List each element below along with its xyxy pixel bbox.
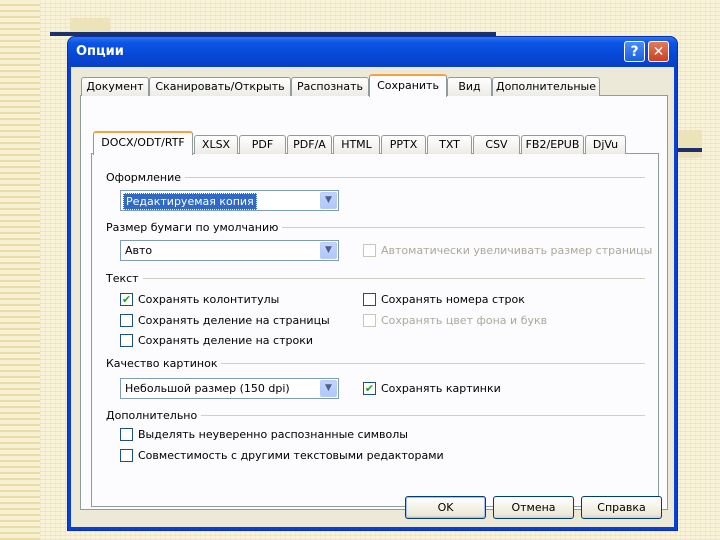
keep-line-breaks-label: Сохранять деление на строки bbox=[138, 334, 314, 347]
highlight-uncertain-checkbox[interactable] bbox=[120, 428, 133, 441]
tab-advanced[interactable]: Дополнительные bbox=[492, 77, 600, 96]
tab-recognize[interactable]: Распознать bbox=[291, 77, 369, 96]
subtab-djvu[interactable]: DjVu bbox=[585, 135, 626, 154]
formatting-select[interactable]: Редактируемая копия ▼ bbox=[120, 190, 339, 211]
paper-size-value: Авто bbox=[125, 244, 153, 257]
keep-headers-label: Сохранять колонтитулы bbox=[138, 293, 280, 306]
formatting-group-label: Оформление bbox=[106, 171, 185, 184]
compat-checkbox[interactable] bbox=[120, 449, 133, 462]
keep-images-checkbox[interactable]: ✔ bbox=[363, 382, 376, 395]
auto-enlarge-checkbox[interactable] bbox=[363, 244, 376, 257]
title-bar[interactable]: Опции ? ✕ bbox=[68, 37, 677, 67]
decorative-line-right bbox=[676, 148, 702, 152]
keep-line-numbers-label: Сохранять номера строк bbox=[381, 293, 525, 306]
keep-line-numbers-checkbox[interactable] bbox=[363, 293, 376, 306]
subtab-xlsx[interactable]: XLSX bbox=[194, 135, 238, 154]
keep-page-breaks-label: Сохранять деление на страницы bbox=[138, 314, 330, 327]
subtab-pptx[interactable]: PPTX bbox=[381, 135, 426, 154]
tab-document[interactable]: Документ bbox=[81, 77, 149, 96]
image-quality-value: Небольшой размер (150 dpi) bbox=[125, 382, 290, 395]
keep-line-breaks-checkbox[interactable] bbox=[120, 334, 133, 347]
subtab-txt[interactable]: TXT bbox=[427, 135, 472, 154]
dialog-body: Документ Сканировать/Открыть Распознать … bbox=[71, 67, 674, 527]
help-button[interactable]: Справка bbox=[581, 496, 662, 519]
chevron-down-icon[interactable]: ▼ bbox=[320, 242, 337, 259]
highlight-uncertain-label: Выделять неуверенно распознанные символы bbox=[138, 428, 408, 441]
keep-images-label: Сохранять картинки bbox=[381, 382, 501, 395]
keep-bg-color-label: Сохранять цвет фона и букв bbox=[381, 314, 548, 327]
chevron-down-icon[interactable]: ▼ bbox=[320, 192, 337, 209]
subtab-docx[interactable]: DOCX/ODT/RTF bbox=[93, 131, 193, 155]
formatting-select-value: Редактируемая копия bbox=[123, 193, 257, 210]
chevron-down-icon[interactable]: ▼ bbox=[320, 380, 337, 397]
subtab-pdfa[interactable]: PDF/A bbox=[287, 135, 332, 154]
subtab-csv[interactable]: CSV bbox=[473, 135, 520, 154]
tab-save[interactable]: Сохранить bbox=[369, 74, 447, 97]
paper-group-label: Размер бумаги по умолчанию bbox=[106, 221, 283, 234]
tab-view[interactable]: Вид bbox=[447, 77, 492, 96]
keep-bg-color-checkbox[interactable] bbox=[363, 314, 376, 327]
dialog-title: Опции bbox=[76, 44, 124, 59]
subtab-pdf[interactable]: PDF bbox=[239, 135, 286, 154]
subtab-fb2[interactable]: FB2/EPUB bbox=[521, 135, 584, 154]
group-divider bbox=[107, 278, 645, 279]
close-button[interactable]: ✕ bbox=[648, 41, 669, 62]
help-title-button[interactable]: ? bbox=[624, 41, 645, 62]
subtab-html[interactable]: HTML bbox=[333, 135, 380, 154]
paper-size-select[interactable]: Авто ▼ bbox=[120, 240, 339, 261]
images-group-label: Качество картинок bbox=[106, 357, 222, 370]
compat-label: Совместимость с другими текстовыми редак… bbox=[138, 449, 444, 462]
ok-button[interactable]: OK bbox=[405, 496, 486, 519]
decorative-line bbox=[50, 32, 496, 36]
auto-enlarge-label: Автоматически увеличивать размер страниц… bbox=[381, 244, 653, 257]
tab-scan-open[interactable]: Сканировать/Открыть bbox=[149, 77, 291, 96]
keep-page-breaks-checkbox[interactable] bbox=[120, 314, 133, 327]
options-dialog: Опции ? ✕ Документ Сканировать/Открыть Р… bbox=[68, 37, 677, 530]
cancel-button[interactable]: Отмена bbox=[493, 496, 574, 519]
keep-headers-checkbox[interactable]: ✔ bbox=[120, 293, 133, 306]
extra-group-label: Дополнительно bbox=[106, 409, 202, 422]
background-stripes bbox=[0, 0, 40, 540]
group-divider bbox=[107, 177, 645, 178]
text-group-label: Текст bbox=[106, 272, 143, 285]
image-quality-select[interactable]: Небольшой размер (150 dpi) ▼ bbox=[120, 378, 339, 399]
